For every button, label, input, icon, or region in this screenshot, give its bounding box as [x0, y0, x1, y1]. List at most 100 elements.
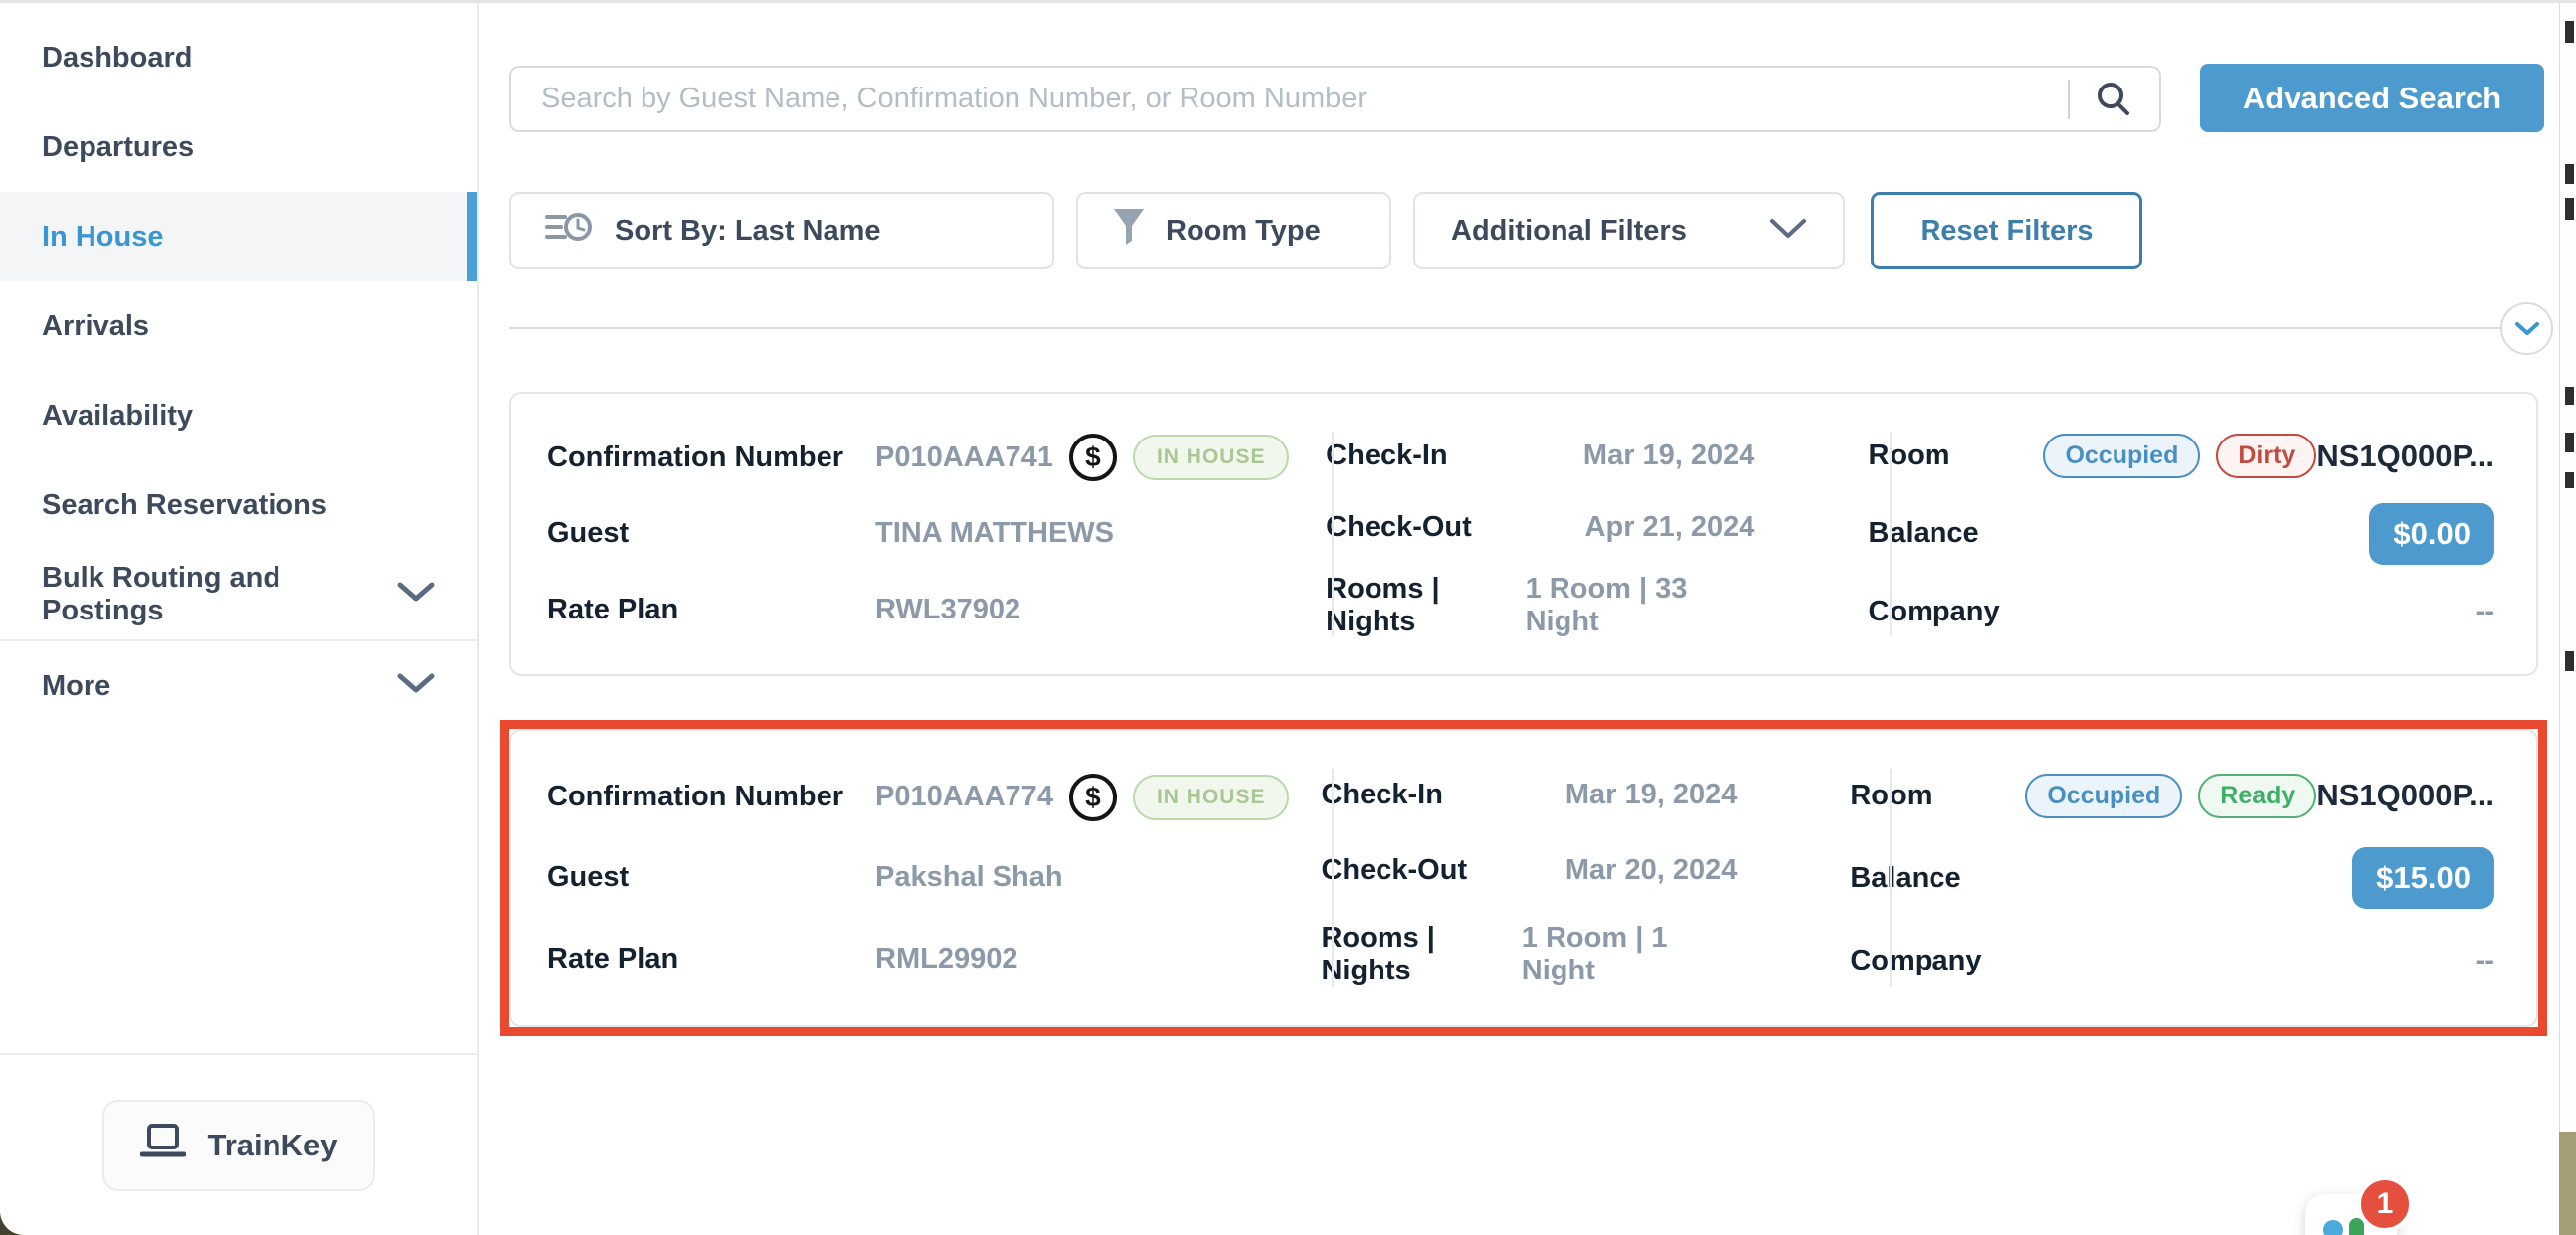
- check-out-value: Mar 20, 2024: [1565, 854, 1738, 887]
- room-number-value: NS1Q000P...: [2316, 439, 2494, 474]
- card-room-section: Room Occupied Ready NS1Q000P... Balance …: [1812, 731, 2536, 1025]
- reset-filters-label: Reset Filters: [1920, 215, 2093, 248]
- balance-label: Balance: [1850, 862, 1960, 895]
- sort-icon: [545, 207, 593, 255]
- check-in-value: Mar 19, 2024: [1565, 779, 1738, 811]
- sort-by-dropdown[interactable]: Sort By: Last Name: [509, 192, 1054, 269]
- sidebar-item-search-reservations[interactable]: Search Reservations: [0, 460, 477, 550]
- sidebar-item-dashboard[interactable]: Dashboard: [0, 13, 477, 102]
- rate-plan-value: RWL37902: [875, 594, 1020, 626]
- sidebar-item-label: Dashboard: [42, 42, 192, 75]
- background-window-edge: [2559, 3, 2576, 1235]
- company-value: --: [2476, 945, 2494, 977]
- additional-filters-dropdown[interactable]: Additional Filters: [1413, 192, 1845, 269]
- funnel-icon: [1112, 207, 1146, 255]
- sidebar-item-departures[interactable]: Departures: [0, 102, 477, 192]
- search-input[interactable]: [511, 83, 2068, 115]
- laptop-icon: [140, 1123, 186, 1168]
- company-label: Company: [1868, 596, 1999, 628]
- occupied-status-badge: Occupied: [2025, 774, 2182, 818]
- sidebar-item-arrivals[interactable]: Arrivals: [0, 281, 477, 371]
- check-out-value: Apr 21, 2024: [1585, 511, 1755, 544]
- desktop-background-sliver: [2559, 1132, 2576, 1235]
- check-out-label: Check-Out: [1321, 854, 1467, 887]
- sidebar-footer: TrainKey: [0, 1053, 477, 1235]
- trainkey-button[interactable]: TrainKey: [102, 1100, 375, 1191]
- collapse-filters-button[interactable]: [2500, 302, 2553, 355]
- search-icon[interactable]: [2094, 80, 2133, 119]
- card-divider: [1890, 769, 1892, 987]
- company-value: --: [2476, 596, 2494, 628]
- advanced-search-button[interactable]: Advanced Search: [2200, 64, 2544, 132]
- card-dates-section: Check-In Mar 19, 2024 Check-Out Apr 21, …: [1294, 394, 1830, 674]
- balance-button[interactable]: $0.00: [2369, 503, 2494, 565]
- rate-plan-label: Rate Plan: [547, 943, 875, 975]
- sidebar-item-more[interactable]: More: [0, 641, 477, 731]
- search-divider: [2068, 80, 2070, 119]
- confirmation-label: Confirmation Number: [547, 441, 875, 474]
- room-number-value: NS1Q000P...: [2316, 778, 2494, 813]
- card-identity-section: Confirmation Number P010AAA774 $ IN HOUS…: [511, 731, 1289, 1025]
- in-house-page: Dashboard Departures In House Arrivals A…: [0, 0, 2576, 1235]
- sidebar-item-label: Availability: [42, 400, 193, 433]
- guest-value: TINA MATTHEWS: [875, 517, 1114, 550]
- card-room-section: Room Occupied Dirty NS1Q000P... Balance …: [1830, 394, 2536, 674]
- in-house-status-badge: IN HOUSE: [1133, 775, 1290, 820]
- card-divider: [1890, 432, 1892, 636]
- card-identity-section: Confirmation Number P010AAA741 $ IN HOUS…: [511, 394, 1294, 674]
- room-type-filter[interactable]: Room Type: [1076, 192, 1391, 269]
- check-out-label: Check-Out: [1326, 511, 1472, 544]
- notification-badge: 1: [2357, 1176, 2413, 1232]
- sidebar-item-label: Arrivals: [42, 310, 149, 343]
- room-type-label: Room Type: [1166, 215, 1321, 248]
- confirmation-label: Confirmation Number: [547, 781, 875, 813]
- rooms-nights-label: Rooms | Nights: [1321, 922, 1521, 987]
- sidebar-item-label: Departures: [42, 131, 194, 164]
- additional-filters-label: Additional Filters: [1451, 215, 1687, 248]
- chevron-down-icon: [396, 670, 436, 703]
- chevron-down-icon: [396, 579, 436, 612]
- confirmation-value: P010AAA741: [875, 441, 1053, 474]
- ready-status-badge: Ready: [2198, 774, 2316, 818]
- folio-dollar-icon[interactable]: $: [1069, 434, 1117, 481]
- reservation-card[interactable]: Confirmation Number P010AAA741 $ IN HOUS…: [509, 392, 2538, 676]
- guest-label: Guest: [547, 861, 875, 894]
- check-in-label: Check-In: [1321, 779, 1442, 811]
- in-house-status-badge: IN HOUSE: [1133, 435, 1290, 480]
- dirty-status-badge: Dirty: [2216, 434, 2316, 478]
- card-divider: [1332, 769, 1334, 987]
- company-label: Company: [1850, 945, 1981, 977]
- confirmation-value: P010AAA774: [875, 781, 1053, 813]
- sidebar: Dashboard Departures In House Arrivals A…: [0, 3, 479, 1235]
- rooms-nights-label: Rooms | Nights: [1326, 573, 1525, 638]
- check-in-label: Check-In: [1326, 440, 1447, 472]
- chevron-down-icon: [1769, 215, 1807, 248]
- balance-button[interactable]: $15.00: [2352, 847, 2494, 909]
- rooms-nights-value: 1 Room | 1 Night: [1522, 922, 1738, 987]
- folio-dollar-icon[interactable]: $: [1069, 774, 1117, 821]
- sidebar-item-bulk-routing[interactable]: Bulk Routing and Postings: [0, 550, 477, 639]
- room-label: Room: [1850, 780, 2025, 812]
- rate-plan-value: RML29902: [875, 943, 1017, 975]
- occupied-status-badge: Occupied: [2043, 434, 2200, 478]
- sidebar-item-availability[interactable]: Availability: [0, 371, 477, 460]
- guest-value: Pakshal Shah: [875, 861, 1063, 894]
- sidebar-nav: Dashboard Departures In House Arrivals A…: [0, 3, 477, 731]
- sidebar-item-label: In House: [42, 221, 163, 254]
- rate-plan-label: Rate Plan: [547, 594, 875, 626]
- sort-by-label: Sort By: Last Name: [615, 215, 881, 248]
- sidebar-item-label: More: [42, 670, 110, 703]
- sidebar-item-label: Search Reservations: [42, 489, 327, 522]
- sidebar-item-in-house[interactable]: In House: [0, 192, 477, 281]
- check-in-value: Mar 19, 2024: [1583, 440, 1755, 472]
- highlight-red-frame: Confirmation Number P010AAA774 $ IN HOUS…: [500, 720, 2547, 1036]
- search-bar: [509, 66, 2161, 132]
- guest-label: Guest: [547, 517, 875, 550]
- balance-label: Balance: [1868, 517, 1978, 550]
- sidebar-item-label: Bulk Routing and Postings: [42, 562, 384, 627]
- room-label: Room: [1868, 440, 2043, 472]
- card-divider: [1332, 432, 1334, 636]
- chat-widget-button[interactable]: 1: [2305, 1194, 2397, 1235]
- reservation-card[interactable]: Confirmation Number P010AAA774 $ IN HOUS…: [509, 729, 2538, 1027]
- reset-filters-button[interactable]: Reset Filters: [1871, 192, 2142, 269]
